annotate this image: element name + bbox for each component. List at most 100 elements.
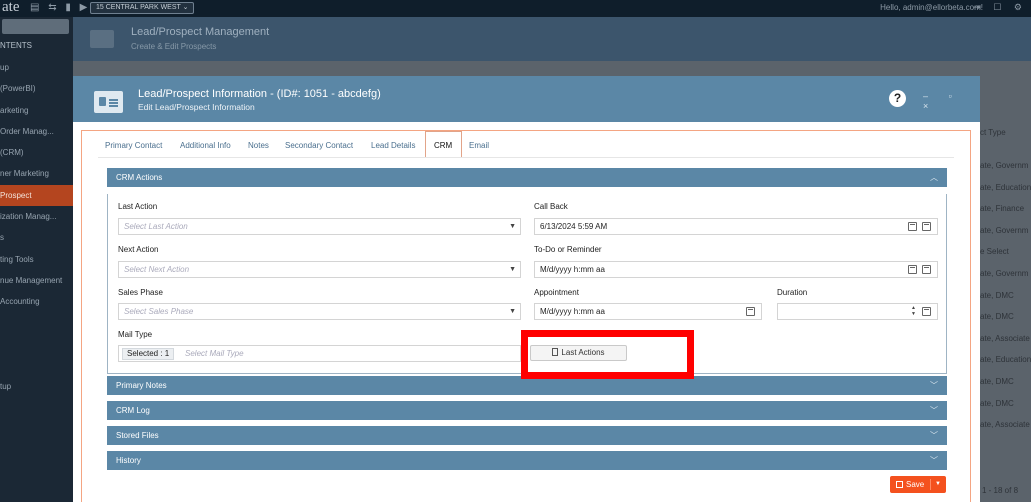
save-split-divider	[930, 479, 931, 490]
sidebar-item[interactable]: tup	[0, 376, 73, 397]
tab-crm[interactable]: CRM	[434, 141, 452, 150]
calendar-icon[interactable]	[908, 265, 917, 274]
modal-header: Lead/Prospect Information - (ID#: 1051 -…	[73, 76, 980, 122]
clock-icon[interactable]	[922, 222, 931, 231]
tab-secondary-contact[interactable]: Secondary Contact	[285, 141, 353, 150]
sidebar-item[interactable]: Accounting	[0, 291, 73, 312]
sidebar-item[interactable]: s	[0, 227, 73, 248]
tab-additional-info[interactable]: Additional Info	[180, 141, 231, 150]
sidebar-item[interactable]: Order Manag...	[0, 121, 73, 142]
top-bar: ate ▤ ⇆ ▮ ▶ 15 CENTRAL PARK WEST ⌄ Hello…	[0, 0, 1031, 17]
appointment-datetime-input[interactable]: M/d/yyyy h:mm aa	[534, 303, 762, 320]
calendar-icon[interactable]	[908, 222, 917, 231]
table-cell: ate, Education	[980, 182, 1031, 192]
sidebar-item[interactable]: arketing	[0, 100, 73, 121]
sidebar-item	[0, 334, 73, 355]
sidebar-search-input[interactable]	[2, 19, 69, 34]
sidebar-item-lead-prospect[interactable]: Prospect	[0, 184, 73, 207]
calendar-icon[interactable]	[746, 307, 755, 316]
table-cell: ate, DMC	[980, 398, 1014, 408]
appointment-label: Appointment	[534, 288, 579, 297]
table-cell: ate, Governm	[980, 225, 1029, 235]
chevron-down-icon[interactable]: ﹀	[930, 401, 938, 420]
clock-icon[interactable]	[922, 307, 931, 316]
next-action-select[interactable]: Select Next Action ▼	[118, 261, 521, 278]
sidebar-menu: up (PowerBI) arketing Order Manag... (CR…	[0, 57, 73, 398]
sidebar: NTENTS up (PowerBI) arketing Order Manag…	[0, 17, 73, 502]
dropdown-arrow-icon[interactable]: ▼	[509, 219, 516, 234]
dropdown-arrow-icon[interactable]: ▼	[509, 304, 516, 319]
duration-input[interactable]: ▲ ▼	[777, 303, 938, 320]
modal-title: Lead/Prospect Information - (ID#: 1051 -…	[138, 88, 381, 100]
spinner-arrows-icon[interactable]: ▲ ▼	[911, 305, 916, 317]
app-logo[interactable]: ate	[2, 0, 19, 16]
call-back-datetime-input[interactable]: 6/13/2024 5:59 AM	[534, 218, 938, 235]
page-header: Lead/Prospect Management Create & Edit P…	[73, 17, 1031, 61]
contact-card-icon	[90, 30, 114, 48]
sidebar-item	[0, 313, 73, 334]
table-cell: ate, Education	[980, 355, 1031, 365]
crm-actions-header[interactable]: CRM Actions ︿	[107, 168, 947, 187]
call-back-label: Call Back	[534, 202, 568, 211]
last-action-label: Last Action	[118, 202, 158, 211]
tab-lead-details[interactable]: Lead Details	[371, 141, 415, 150]
sales-phase-label: Sales Phase	[118, 288, 163, 297]
chevron-down-icon[interactable]: ﹀	[930, 376, 938, 395]
page-subtitle: Create & Edit Prospects	[131, 42, 217, 51]
tab-email[interactable]: Email	[469, 141, 489, 150]
sidebar-item[interactable]: ner Marketing	[0, 163, 73, 184]
tab-notes[interactable]: Notes	[248, 141, 269, 150]
table-cell: ate, DMC	[980, 290, 1014, 300]
sidebar-item[interactable]: ization Manag...	[0, 206, 73, 227]
toolbar-icons[interactable]: ▤ ⇆ ▮ ▶	[30, 2, 90, 13]
window-controls[interactable]: – ▫ ×	[923, 91, 980, 111]
last-action-select[interactable]: Select Last Action ▼	[118, 218, 521, 235]
sidebar-title: NTENTS	[0, 41, 32, 50]
table-cell: ate, Associate	[980, 333, 1030, 343]
highlight-box	[521, 330, 694, 379]
clock-icon[interactable]	[922, 265, 931, 274]
modal-body: Primary Contact Additional Info Notes Se…	[81, 130, 971, 502]
chevron-down-icon[interactable]: ﹀	[930, 451, 938, 470]
dropdown-arrow-icon[interactable]: ▼	[509, 262, 516, 277]
table-cell: ate, Governm	[980, 161, 1029, 170]
mail-type-label: Mail Type	[118, 330, 153, 339]
chevron-down-icon[interactable]: ﹀	[930, 426, 938, 445]
user-greeting: Hello, admin@ellorbeta.com!	[880, 3, 983, 12]
save-icon	[896, 481, 903, 488]
tab-primary-contact[interactable]: Primary Contact	[105, 141, 162, 150]
table-cell: e Select	[980, 247, 1009, 257]
todo-reminder-datetime-input[interactable]: M/d/yyyy h:mm aa	[534, 261, 938, 278]
sidebar-item[interactable]: nue Management	[0, 270, 73, 291]
location-selector[interactable]: 15 CENTRAL PARK WEST ⌄	[90, 2, 195, 14]
table-cell: ate, DMC	[980, 376, 1014, 386]
next-action-label: Next Action	[118, 245, 159, 254]
sidebar-item[interactable]: (CRM)	[0, 142, 73, 163]
lead-prospect-modal: Lead/Prospect Information - (ID#: 1051 -…	[73, 76, 980, 502]
duration-label: Duration	[777, 288, 808, 297]
section-stored-files[interactable]: Stored Files ﹀	[107, 426, 947, 445]
caret-down-icon[interactable]: ▼	[935, 476, 941, 493]
user-actions-icons[interactable]: ⇥ ☐ ⚙	[973, 2, 1027, 13]
sidebar-item[interactable]: (PowerBI)	[0, 78, 73, 99]
background-table-column: ct Type ate, Governm ate, Education ate,…	[980, 110, 1031, 436]
modal-subtitle: Edit Lead/Prospect Information	[138, 102, 255, 112]
sidebar-item[interactable]: up	[0, 57, 73, 78]
contact-card-icon	[94, 91, 123, 113]
section-history[interactable]: History ﹀	[107, 451, 947, 470]
help-icon[interactable]: ?	[889, 90, 906, 107]
mail-type-select[interactable]: Selected : 1 Select Mail Type	[118, 345, 521, 362]
todo-reminder-label: To-Do or Reminder	[534, 245, 602, 254]
save-button[interactable]: Save ▼	[890, 476, 946, 493]
crm-actions-title: CRM Actions	[116, 173, 163, 182]
mail-type-selected-chip[interactable]: Selected : 1	[122, 348, 175, 360]
tab-divider	[98, 157, 954, 158]
table-cell: ate, DMC	[980, 312, 1014, 322]
section-crm-log[interactable]: CRM Log ﹀	[107, 401, 947, 420]
chevron-up-icon[interactable]: ︿	[930, 168, 938, 187]
sales-phase-select[interactable]: Select Sales Phase ▼	[118, 303, 521, 320]
pager-status: 1 - 18 of 8	[982, 486, 1019, 495]
page-title: Lead/Prospect Management	[131, 26, 270, 38]
sidebar-item[interactable]: ting Tools	[0, 249, 73, 270]
table-cell: ate, Associate	[980, 420, 1030, 430]
